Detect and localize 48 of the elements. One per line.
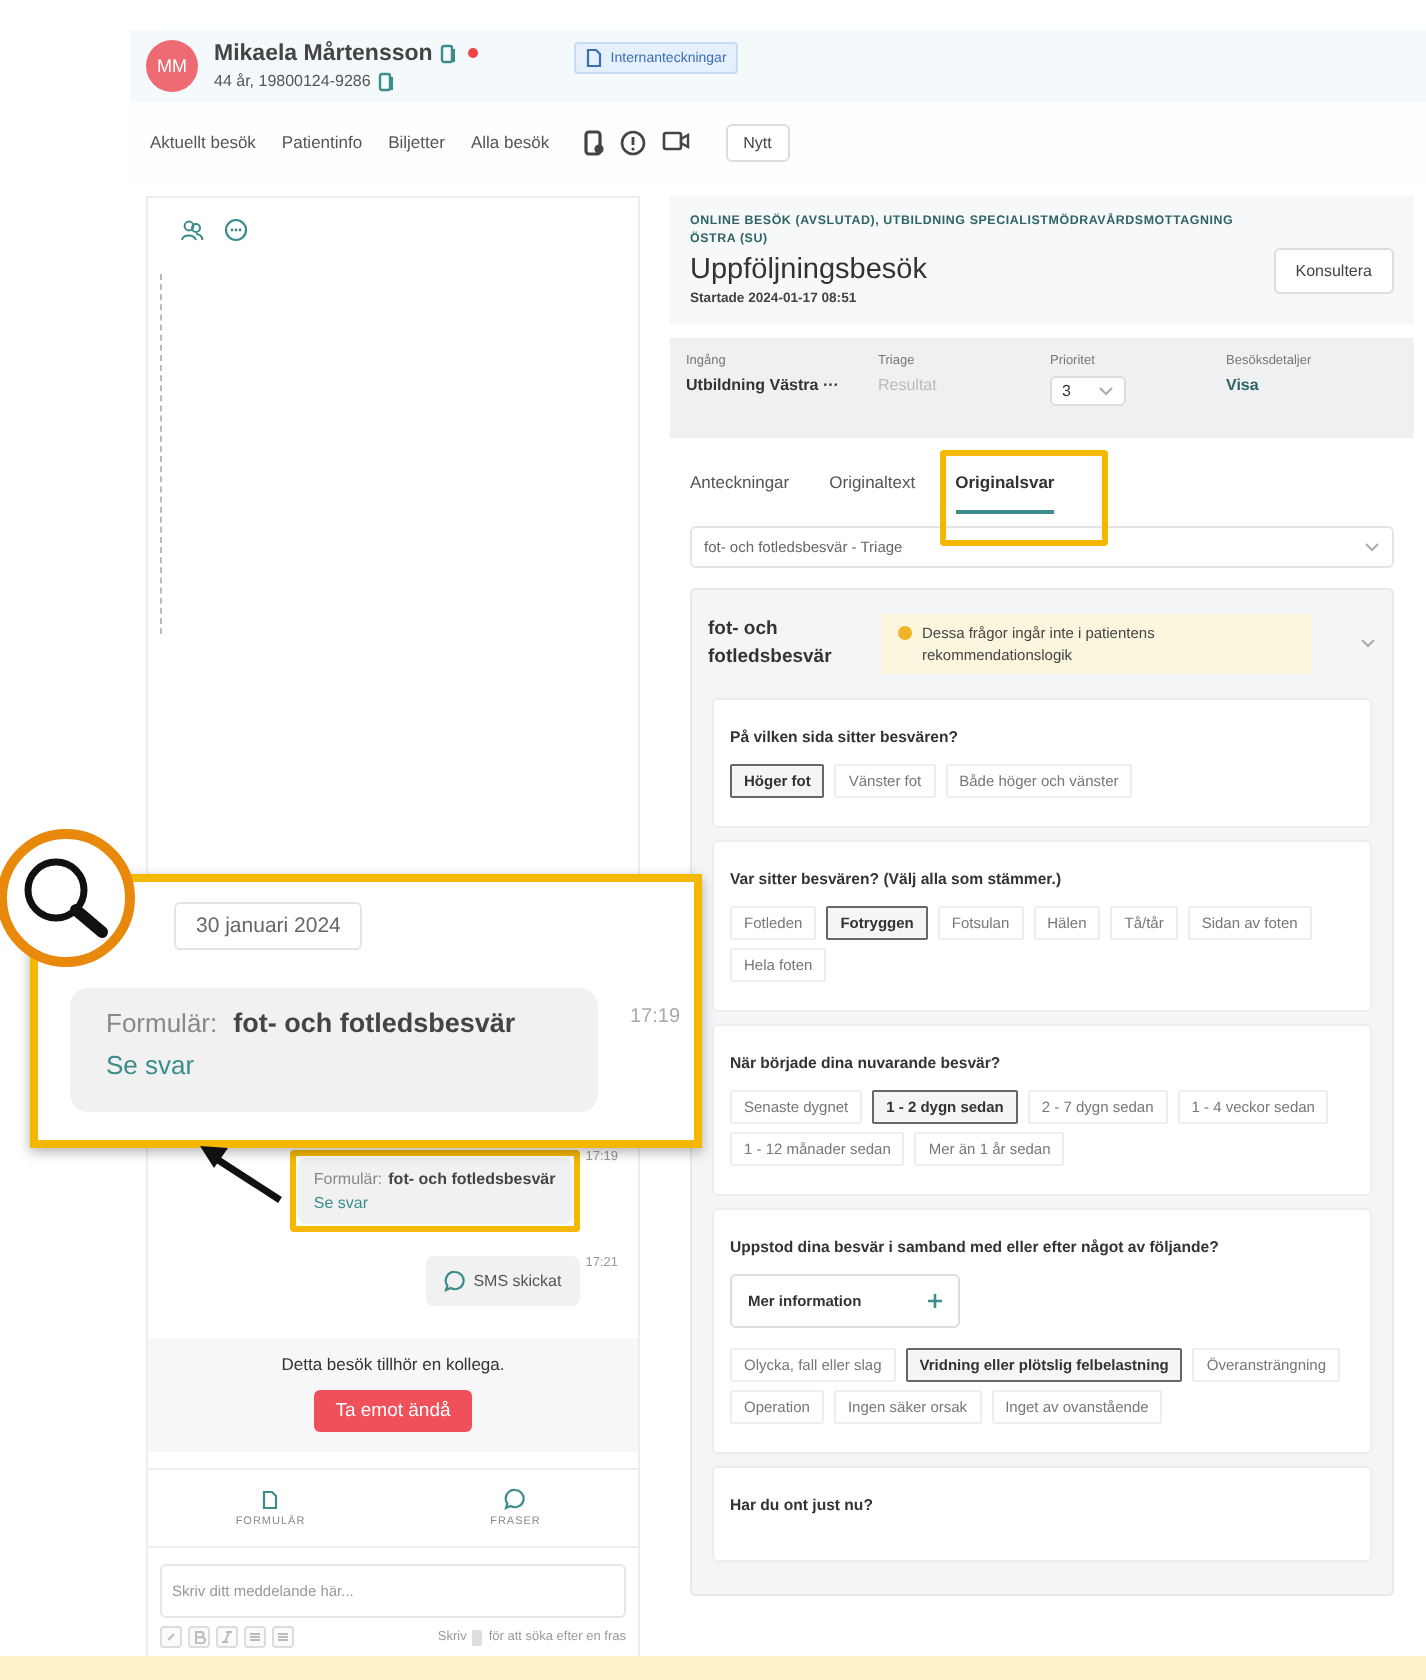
form-title: fot- och fotledsbesvär — [388, 1170, 556, 1188]
people-icon[interactable] — [180, 218, 204, 242]
priority-select[interactable]: 3 — [1050, 375, 1126, 406]
consult-button[interactable]: Konsultera — [1273, 248, 1394, 294]
device-icon[interactable] — [583, 129, 604, 155]
form-label: Formulär: — [313, 1170, 383, 1188]
warning-dot — [898, 625, 912, 640]
visit-title: Uppföljningsbesök — [690, 253, 929, 286]
alert-icon[interactable] — [619, 129, 646, 155]
copy-icon — [378, 71, 395, 91]
chat-icon[interactable] — [224, 218, 248, 242]
nav-link[interactable]: Patientinfo — [281, 132, 363, 152]
chevron-down-icon — [1098, 385, 1114, 396]
accept-button[interactable]: Ta emot ändå — [313, 1390, 473, 1432]
form-title: fot- och fotledsbesvär — [233, 1008, 516, 1038]
sms-sent-status: SMS skickat — [425, 1256, 580, 1306]
patient-age-id: 44 år, 19800124-9286 — [214, 72, 371, 90]
speech-bubble-icon — [443, 1270, 466, 1292]
avatar: MM — [146, 40, 198, 92]
date-chip: 30 januari 2024 — [174, 902, 363, 950]
bold-icon — [192, 1630, 206, 1644]
bullet-list-icon — [248, 1630, 262, 1644]
video-icon[interactable] — [661, 129, 690, 151]
form-label: Formulär: — [106, 1008, 218, 1038]
status-dot — [468, 48, 479, 58]
speech-bubble-icon — [504, 1488, 527, 1510]
chevron-down-icon — [1360, 638, 1376, 649]
nav-link[interactable]: Aktuellt besök — [150, 132, 256, 152]
nav-link[interactable]: Biljetter — [388, 132, 445, 152]
plus-icon — [928, 1294, 942, 1309]
document-icon — [586, 48, 603, 68]
message-time: 17:19 — [630, 1006, 681, 1028]
new-button[interactable]: Nytt — [725, 123, 790, 161]
document-icon — [262, 1489, 279, 1509]
key-icon — [472, 1629, 483, 1645]
chevron-down-icon — [1364, 541, 1380, 552]
details-link[interactable]: Visa — [1226, 375, 1259, 394]
tab[interactable]: Anteckningar — [690, 465, 790, 514]
see-answers-link[interactable]: Se svar — [313, 1194, 556, 1212]
detail-value: Utbildning Västra ··· — [686, 375, 841, 394]
form-title: fot- och fotledsbesvär — [708, 615, 834, 672]
notice-text: Detta besök tillhör en kollega. — [281, 1354, 505, 1374]
italic-icon — [220, 1630, 234, 1644]
copy-icon — [440, 43, 457, 63]
tab[interactable]: Originaltext — [829, 465, 916, 514]
nav-link[interactable]: Alla besök — [470, 132, 550, 152]
tab[interactable]: Originalsvar — [955, 465, 1055, 514]
patient-name: Mikaela Mårtensson — [214, 41, 433, 65]
